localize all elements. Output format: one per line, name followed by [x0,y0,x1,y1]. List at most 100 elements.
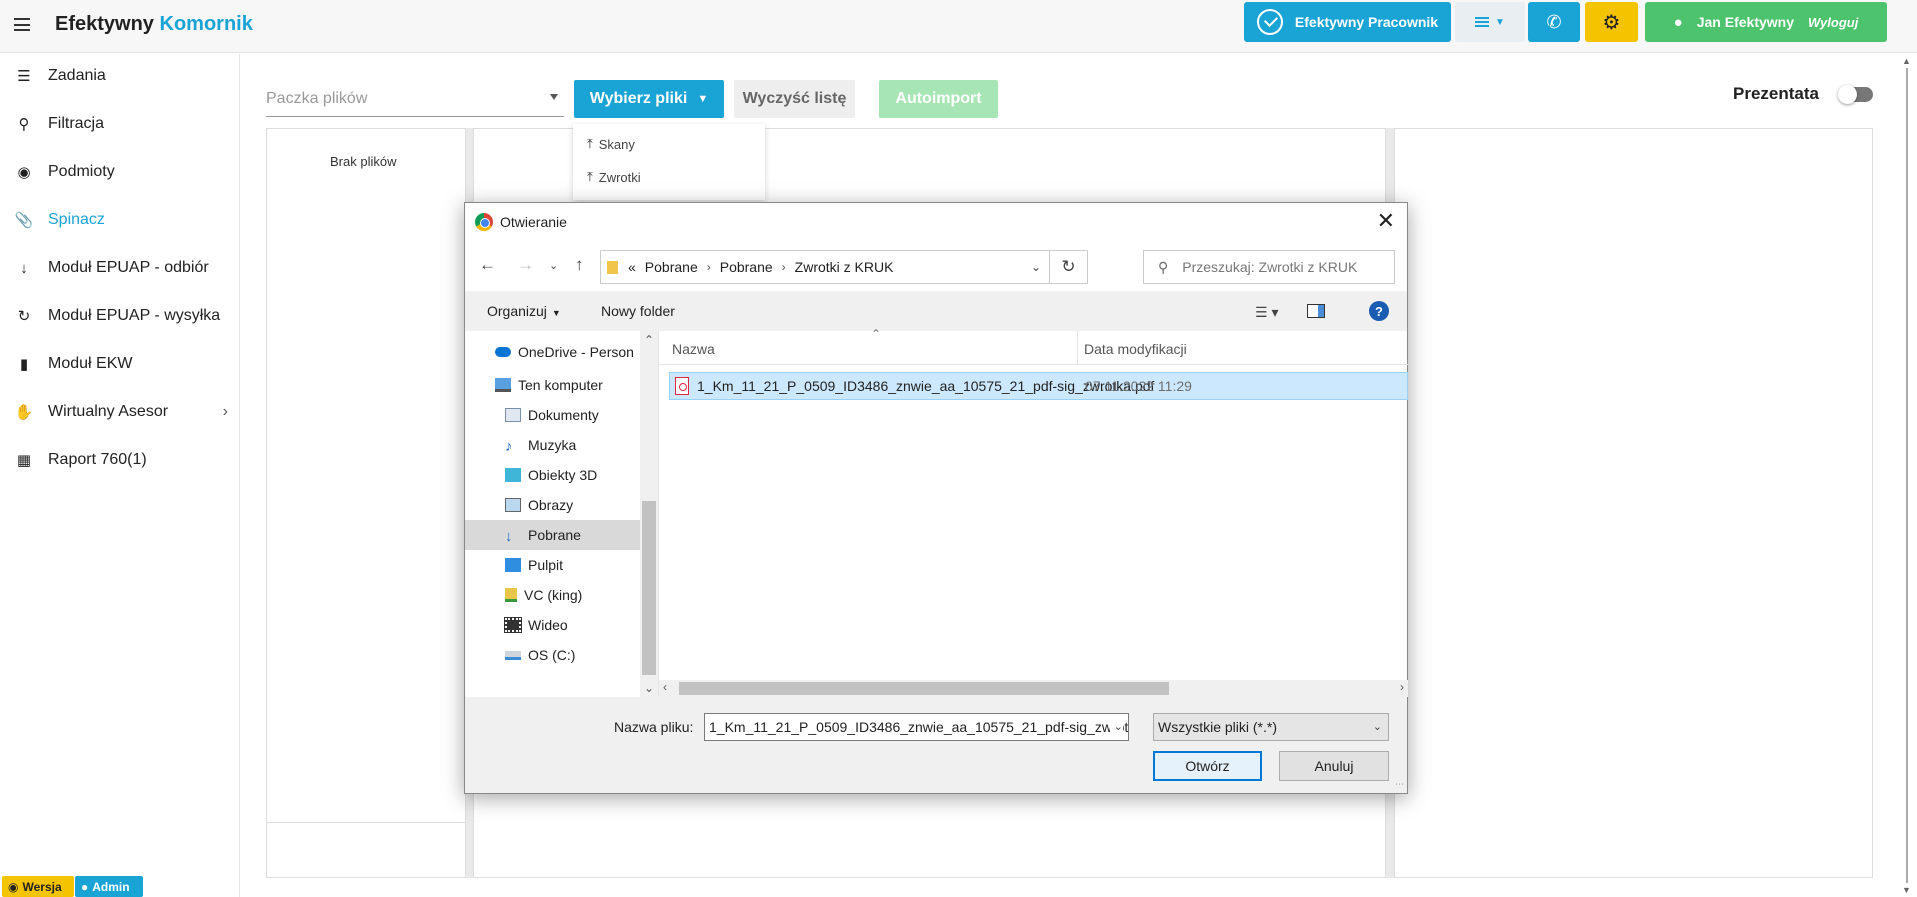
tree-item-muzyka[interactable]: ♪ Muzyka [505,430,640,460]
page-scrollbar[interactable]: ▲ ▼ [1898,54,1917,897]
dialog-navigation: ← → ⌄ ↑ « Pobrane › Pobrane › Zwrotki z … [465,241,1407,291]
sidebar-item-spinacz[interactable]: 📎 Spinacz [0,198,240,242]
tree-item-obrazy[interactable]: Obrazy [505,490,640,520]
dialog-titlebar[interactable]: Otwieranie ✕ [465,203,1407,241]
chevron-down-icon: ▼ [697,93,709,105]
cancel-button[interactable]: Anuluj [1279,751,1389,781]
wybierz-pliki-button[interactable]: Wybierz pliki ▼ [574,80,724,118]
menu-dropdown-button[interactable]: ▼ [1455,2,1525,42]
arrow-down-icon: ↓ [20,259,28,277]
prezentata-label: Prezentata [1733,84,1819,103]
tree-item-pulpit[interactable]: Pulpit [505,550,640,580]
scroll-up-icon[interactable]: ▲ [1902,56,1911,66]
file-list-footer [266,823,466,878]
user-button[interactable]: ● Jan Efektywny Wyloguj [1645,2,1887,42]
breadcrumb-zwrotki[interactable]: Zwrotki z KRUK [795,259,894,275]
forward-arrow-icon[interactable]: → [517,255,534,275]
sidebar-item-epuap-wysylka[interactable]: ↻ Moduł EPUAP - wysyłka [0,294,240,338]
tree-scrollbar[interactable]: ⌃ ⌄ [640,331,658,697]
search-input[interactable]: ⚲ Przeszukaj: Zwrotki z KRUK [1143,250,1395,284]
view-options-icon[interactable]: ☰ ▾ [1255,304,1278,321]
resize-grip-icon[interactable]: ⋯ [1395,779,1404,790]
paperclip-icon: 📎 [14,212,34,229]
bars-icon [1475,15,1490,29]
back-arrow-icon[interactable]: ← [479,255,496,275]
tree-item-onedrive[interactable]: OneDrive - Person [495,337,640,367]
user-name: Jan Efektywny [1696,14,1794,30]
sidebar-item-zadania[interactable]: ☰ Zadania [0,54,240,98]
file-list-horizontal-scrollbar[interactable]: ‹ › [659,680,1408,697]
tree-item-ten-komputer[interactable]: Ten komputer [495,370,640,400]
dialog-footer: Nazwa pliku: 1_Km_11_21_P_0509_ID3486_zn… [465,697,1407,793]
sidebar-item-ekw[interactable]: ▮ Moduł EKW [0,342,240,386]
menu-item-zwrotki[interactable]: ⤒ Zwrotki [587,169,641,185]
onedrive-icon [495,347,511,357]
list-icon: ☰ [17,68,31,85]
new-folder-button[interactable]: Nowy folder [601,303,675,319]
efektywny-pracownik-button[interactable]: Efektywny Pracownik [1244,2,1451,42]
filetype-select[interactable]: Wszystkie pliki (*.*) ⌄ [1153,713,1389,741]
caret-down-icon: ▼ [551,308,561,318]
column-nazwa[interactable]: Nazwa [672,341,715,357]
autoimport-button[interactable]: Autoimport [879,80,998,118]
organize-button[interactable]: Organizuj ▼ [487,303,561,319]
top-bar: Efektywny Komornik Efektywny Pracownik ▼… [0,0,1917,53]
globe-icon: ◉ [17,164,31,181]
sidebar-item-filtracja[interactable]: ⚲ Filtracja [0,102,240,146]
caret-down-icon [550,94,558,100]
tree-item-wideo[interactable]: Wideo [504,610,640,640]
scroll-left-icon[interactable]: ‹ [663,680,667,694]
sidebar-item-epuap-odbior[interactable]: ↓ Moduł EPUAP - odbiór [0,246,240,290]
menu-item-skany[interactable]: ⤒ Skany [587,136,635,152]
preview-pane-icon[interactable] [1307,304,1325,318]
wybierz-pliki-menu: ⤒ Skany ⤒ Zwrotki [573,124,765,200]
sort-ascending-icon: ⌃ [871,327,882,341]
recent-locations-icon[interactable]: ⌄ [549,259,558,272]
phone-button[interactable]: ✆ [1528,2,1580,42]
scroll-down-icon[interactable]: ⌄ [644,681,654,695]
chevron-down-icon[interactable]: ⌄ [1031,260,1041,274]
column-data-modyfikacji[interactable]: Data modyfikacji [1084,341,1187,357]
tree-item-obiekty-3d[interactable]: Obiekty 3D [505,460,640,490]
music-icon: ♪ [505,438,513,455]
brand-logo[interactable]: Efektywny Komornik [55,13,253,36]
chevron-right-icon: › [706,260,711,274]
version-badge[interactable]: ◉ Wersja [2,876,74,897]
filename-input[interactable]: 1_Km_11_21_P_0509_ID3486_znwie_aa_10575_… [704,713,1129,741]
chevron-down-icon[interactable]: ⌄ [1109,720,1123,733]
upload-icon: ⤒ [587,169,593,184]
wyczysc-liste-button[interactable]: Wyczyść listę [734,80,855,118]
scroll-up-icon[interactable]: ⌃ [644,333,654,347]
chevron-down-icon: ▼ [1495,16,1505,28]
scroll-right-icon[interactable]: › [1400,680,1404,694]
file-row[interactable]: 1_Km_11_21_P_0509_ID3486_znwie_aa_10575_… [669,372,1408,400]
admin-badge[interactable]: ● Admin [75,876,143,897]
open-button[interactable]: Otwórz [1153,751,1262,781]
up-arrow-icon[interactable]: ↑ [575,255,584,275]
logout-link[interactable]: Wyloguj [1808,15,1858,30]
command-bar: Organizuj ▼ Nowy folder ☰ ▾ ? [465,291,1407,331]
prezentata-toggle[interactable] [1838,85,1873,104]
book-icon: ▮ [19,356,29,373]
hamburger-menu-icon[interactable] [14,18,30,31]
tree-item-pobrane[interactable]: ↓ Pobrane [465,520,640,550]
scroll-down-icon[interactable]: ▼ [1902,885,1911,895]
tree-item-dokumenty[interactable]: Dokumenty [505,400,640,430]
close-icon[interactable]: ✕ [1377,208,1395,234]
paczka-plikow-select[interactable]: Paczka plików [266,82,564,117]
folder-icon [607,260,618,274]
breadcrumb-pobrane[interactable]: Pobrane [645,259,698,275]
address-bar[interactable]: « Pobrane › Pobrane › Zwrotki z KRUK ⌄ [600,250,1050,284]
sidebar-item-raport[interactable]: ▦ Raport 760(1) [0,438,240,482]
redo-icon: ↻ [17,308,31,325]
navigation-tree: OneDrive - Person Ten komputer Dokumenty… [465,331,640,697]
breadcrumb-pobrane-2[interactable]: Pobrane [720,259,773,275]
help-icon[interactable]: ? [1369,301,1389,321]
sidebar-item-podmioty[interactable]: ◉ Podmioty [0,150,240,194]
user-icon: ● [1673,13,1683,31]
tree-item-os-c[interactable]: OS (C:) [505,640,640,670]
sidebar-item-wirtualny-asesor[interactable]: ✋ Wirtualny Asesor › [0,390,240,434]
tree-item-vc-king[interactable]: VC (king) [505,580,640,610]
settings-button[interactable]: ⚙ [1585,2,1638,42]
refresh-button[interactable]: ↻ [1050,250,1088,284]
